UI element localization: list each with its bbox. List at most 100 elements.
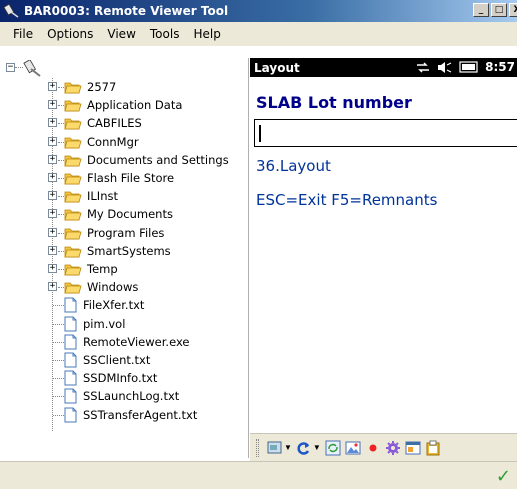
folder-label: Program Files bbox=[87, 225, 165, 240]
tree-file-item[interactable]: SSDMInfo.txt bbox=[64, 369, 157, 387]
text-caret bbox=[259, 125, 261, 142]
status-bar: ✓ bbox=[0, 461, 517, 489]
folder-icon bbox=[64, 209, 82, 221]
folder-label: CABFILES bbox=[87, 116, 142, 131]
tree-folder-item[interactable]: My Documents bbox=[64, 205, 173, 223]
tree-file-item[interactable]: SSTransferAgent.txt bbox=[64, 406, 197, 424]
device-root-icon[interactable] bbox=[23, 60, 43, 78]
expand-icon[interactable]: + bbox=[48, 245, 57, 255]
tree-folder-item[interactable]: ConnMgr bbox=[64, 133, 139, 151]
tree-folder-item[interactable]: ILInst bbox=[64, 187, 118, 205]
tree-file-item[interactable]: SSLaunchLog.txt bbox=[64, 387, 179, 405]
minimize-button[interactable]: _ bbox=[473, 3, 489, 17]
menu-help[interactable]: Help bbox=[186, 27, 227, 41]
tree-file-item[interactable]: RemoteViewer.exe bbox=[64, 333, 189, 351]
picture-button[interactable] bbox=[345, 438, 361, 458]
device-screen[interactable]: Layout 8:57 SLAB Lot number 36.Layout ES… bbox=[250, 58, 517, 433]
refresh-icon bbox=[297, 441, 310, 455]
expand-icon[interactable]: + bbox=[48, 173, 57, 182]
folder-icon bbox=[64, 137, 82, 148]
expand-icon[interactable]: + bbox=[48, 191, 57, 201]
folder-label: Flash File Store bbox=[87, 171, 175, 185]
lot-number-input[interactable] bbox=[254, 119, 517, 147]
file-icon bbox=[64, 407, 77, 423]
folder-label: Application Data bbox=[87, 98, 183, 113]
folder-icon bbox=[64, 118, 82, 130]
window-icon bbox=[405, 441, 421, 454]
expand-icon[interactable]: + bbox=[48, 136, 57, 146]
expand-icon[interactable]: + bbox=[48, 227, 57, 237]
window-button[interactable] bbox=[405, 438, 421, 458]
toolbar-grip[interactable] bbox=[256, 438, 259, 457]
screen-capture-button[interactable]: ▼ bbox=[267, 438, 292, 458]
folder-label: SmartSystems bbox=[87, 243, 171, 258]
file-label: pim.vol bbox=[83, 316, 126, 331]
menu-options[interactable]: Options bbox=[40, 27, 100, 41]
file-label: SSClient.txt bbox=[83, 353, 151, 367]
settings-button[interactable] bbox=[385, 438, 401, 458]
expand-icon[interactable]: + bbox=[48, 264, 57, 273]
file-icon bbox=[64, 370, 77, 386]
folder-icon bbox=[64, 82, 82, 94]
tree-file-item[interactable]: SSClient.txt bbox=[64, 351, 150, 369]
device-keys-hint: ESC=Exit F5=Remnants bbox=[256, 191, 438, 209]
tree-folder-item[interactable]: Program Files bbox=[64, 224, 164, 242]
tree-file-item[interactable]: FileXfer.txt bbox=[64, 296, 144, 314]
tree-file-item[interactable]: pim.vol bbox=[64, 315, 125, 333]
clipboard-button[interactable] bbox=[425, 438, 441, 458]
expand-icon[interactable]: + bbox=[48, 282, 57, 292]
refresh-button[interactable]: ▼ bbox=[296, 438, 321, 458]
picture-icon bbox=[345, 441, 361, 454]
device-title-bar: Layout 8:57 bbox=[250, 58, 517, 77]
folder-icon bbox=[64, 228, 82, 239]
maximize-button[interactable]: □ bbox=[491, 3, 507, 17]
battery-icon bbox=[459, 61, 478, 73]
tree-folder-item[interactable]: CABFILES bbox=[64, 114, 142, 132]
tree-folder-item[interactable]: Documents and Settings bbox=[64, 151, 229, 169]
expand-icon[interactable]: + bbox=[48, 118, 57, 128]
file-label: SSDMInfo.txt bbox=[83, 371, 158, 386]
tree-folder-item[interactable]: Flash File Store bbox=[64, 169, 174, 187]
tree-folder-item[interactable]: 2577 bbox=[64, 78, 116, 96]
tree-folder-item[interactable]: SmartSystems bbox=[64, 242, 171, 260]
file-icon bbox=[64, 388, 77, 404]
file-icon bbox=[64, 316, 77, 332]
collapse-icon[interactable]: − bbox=[6, 63, 15, 72]
title-bar: BAR0003: Remote Viewer Tool _ □ X bbox=[0, 0, 517, 22]
expand-icon[interactable]: + bbox=[48, 100, 57, 110]
sync-button[interactable] bbox=[325, 438, 341, 458]
file-label: FileXfer.txt bbox=[83, 298, 145, 313]
menu-view[interactable]: View bbox=[100, 27, 142, 41]
file-label: SSTransferAgent.txt bbox=[83, 407, 198, 422]
file-tree: − +2577 + Application Data + CABFILES + ConnMg… bbox=[0, 58, 249, 458]
file-label: SSLaunchLog.txt bbox=[83, 389, 180, 404]
tree-folder-item[interactable]: Temp bbox=[64, 260, 118, 278]
menu-bar: File Options View Tools Help bbox=[0, 22, 517, 46]
folder-icon bbox=[64, 246, 82, 258]
close-button[interactable]: X bbox=[509, 3, 517, 17]
expand-icon[interactable]: + bbox=[48, 154, 57, 164]
device-clock: 8:57 bbox=[485, 60, 515, 74]
folder-label: Temp bbox=[87, 262, 118, 276]
record-button[interactable] bbox=[365, 438, 381, 458]
folder-icon bbox=[64, 173, 82, 185]
expand-icon[interactable]: + bbox=[48, 82, 57, 91]
file-icon bbox=[64, 334, 77, 350]
tree-folder-item[interactable]: Application Data bbox=[64, 96, 182, 114]
file-icon bbox=[64, 352, 77, 368]
folder-icon bbox=[64, 155, 82, 167]
expand-icon[interactable]: + bbox=[48, 209, 57, 219]
record-icon bbox=[369, 444, 377, 451]
menu-file[interactable]: File bbox=[6, 27, 40, 41]
menu-tools[interactable]: Tools bbox=[143, 27, 187, 41]
clipboard-icon bbox=[426, 440, 440, 455]
device-heading: SLAB Lot number bbox=[256, 93, 412, 112]
folder-icon bbox=[64, 100, 82, 112]
folder-label: My Documents bbox=[87, 207, 173, 222]
folder-label: Windows bbox=[87, 280, 139, 295]
tree-folder-item[interactable]: Windows bbox=[64, 278, 138, 296]
sync-icon bbox=[325, 440, 341, 455]
connectivity-icon bbox=[417, 61, 430, 73]
folder-icon bbox=[64, 282, 82, 294]
speaker-icon bbox=[438, 61, 452, 73]
